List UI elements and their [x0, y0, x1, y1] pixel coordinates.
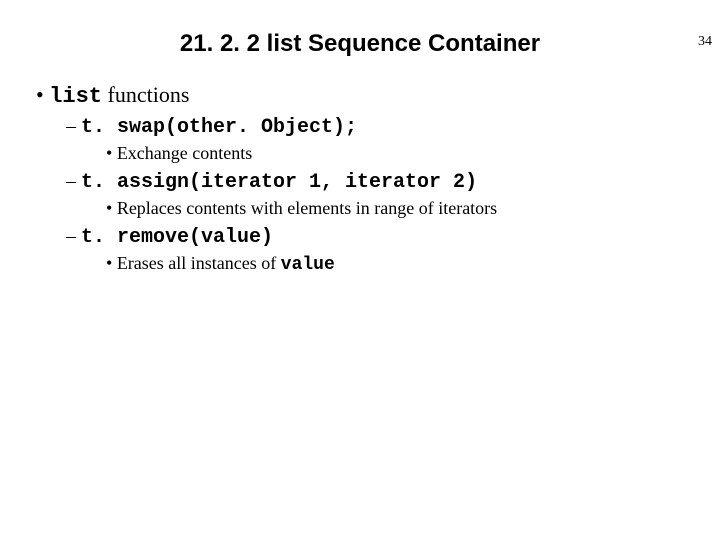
slide-title: 21. 2. 2 list Sequence Container	[0, 30, 720, 58]
item-assign: t. assign(iterator 1, iterator 2) Replac…	[66, 170, 690, 219]
item-remove: t. remove(value) Erases all instances of…	[66, 225, 690, 275]
item-remove-desc-pre: Erases all instances of	[117, 253, 281, 273]
slide-number: 34	[698, 34, 712, 50]
bullet-main-text: functions	[102, 82, 189, 107]
code-assign: t. assign(iterator 1, iterator 2)	[81, 171, 477, 194]
item-assign-desc: Replaces contents with elements in range…	[106, 198, 690, 219]
item-swap: t. swap(other. Object); Exchange content…	[66, 115, 690, 164]
code-swap: t. swap(other. Object);	[81, 116, 357, 139]
item-swap-desc: Exchange contents	[106, 143, 690, 164]
item-remove-desc: Erases all instances of value	[106, 253, 690, 275]
bullet-main: list functions t. swap(other. Object); E…	[36, 82, 690, 275]
code-value: value	[281, 255, 335, 275]
code-list: list	[49, 84, 102, 109]
code-remove: t. remove(value)	[81, 226, 273, 249]
slide-content: list functions t. swap(other. Object); E…	[36, 82, 690, 275]
